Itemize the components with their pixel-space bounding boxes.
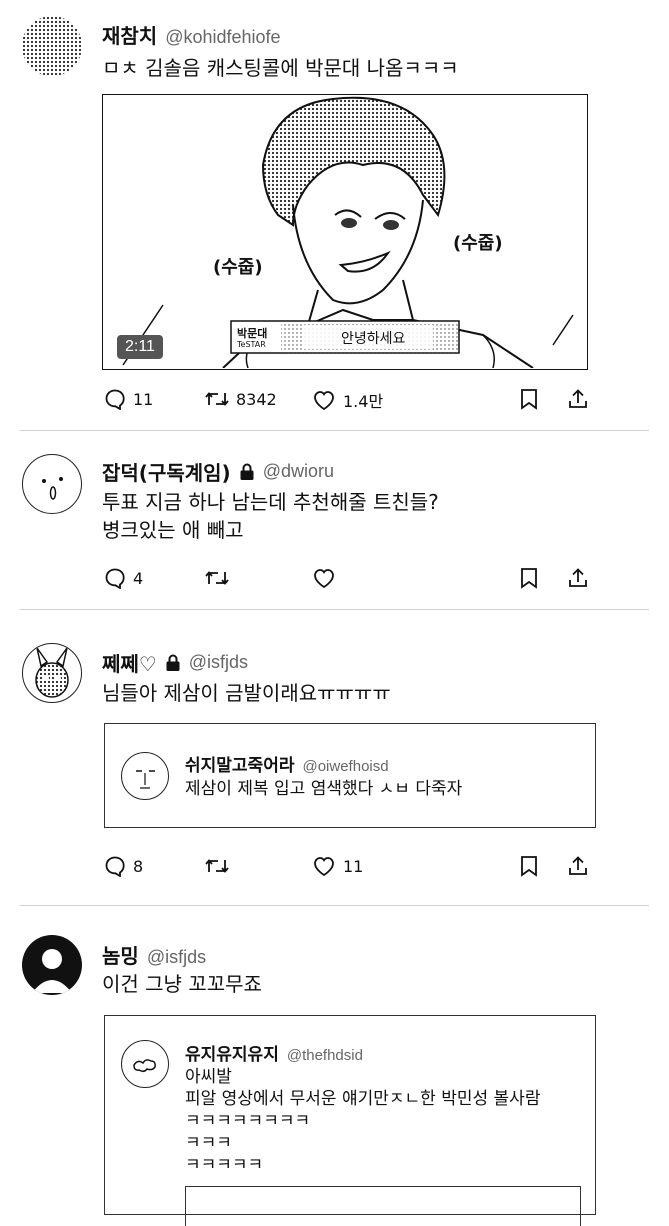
display-name[interactable]: 재참치	[102, 20, 157, 49]
repost-button[interactable]: 8342	[205, 388, 277, 410]
reply-icon	[105, 856, 125, 877]
share-button[interactable]	[567, 388, 589, 410]
bookmark-icon	[521, 389, 537, 410]
lock-icon	[240, 463, 254, 480]
quoted-text-line: 아씨발	[185, 1067, 232, 1087]
quoted-user-handle: @oiwefhoisd	[302, 758, 389, 775]
post-text: 님들아 제삼이 금발이래요ㅠㅠㅠㅠ	[102, 681, 391, 705]
repost-button[interactable]	[205, 567, 229, 589]
quoted-display-name: 쉬지말고죽어라	[185, 756, 295, 776]
quoted-post[interactable]: 유지유지유지 @thefhdsid 아씨발 피알 영상에서 무서운 얘기만ㅈㄴ한…	[104, 1015, 596, 1226]
reply-button[interactable]: 11	[104, 388, 153, 410]
like-button[interactable]: 1.4만	[312, 388, 383, 412]
like-count: 11	[343, 856, 364, 876]
reply-count: 11	[133, 389, 154, 409]
reply-count: 8	[133, 856, 144, 876]
bookmark-button[interactable]	[519, 567, 539, 589]
reply-button[interactable]: 4	[104, 567, 143, 589]
quoted-text-line: ㅋㅋㅋㅋㅋ	[185, 1155, 264, 1175]
heart-icon	[314, 857, 334, 877]
divider	[20, 430, 649, 431]
user-handle[interactable]: @kohidfehiofe	[165, 27, 280, 48]
reply-count: 4	[133, 568, 144, 588]
post-text: ㅁㅊ 김솔음 캐스팅콜에 박문대 나옴ㅋㅋㅋ	[102, 56, 459, 80]
repost-icon	[205, 859, 229, 873]
avatar[interactable]	[22, 935, 82, 995]
display-name[interactable]: 놈밍	[102, 940, 139, 969]
avatar	[121, 1040, 169, 1088]
share-button[interactable]	[567, 855, 589, 877]
divider	[20, 609, 649, 610]
avatar[interactable]	[22, 16, 82, 76]
quoted-display-name: 유지유지유지	[185, 1045, 279, 1065]
bookmark-button[interactable]	[519, 388, 539, 410]
bookmark-icon	[521, 568, 537, 589]
caption-name: 박문대	[237, 327, 268, 340]
quoted-text-line: ㅋㅋㅋ	[185, 1133, 232, 1153]
display-name[interactable]: 잡덕(구독계임)	[102, 457, 231, 486]
repost-button[interactable]	[205, 855, 229, 877]
like-button[interactable]: 11	[312, 855, 363, 877]
repost-count: 8342	[236, 389, 277, 409]
video-duration: 2:11	[117, 335, 163, 359]
quoted-text-line: 피알 영상에서 무서운 얘기만ㅈㄴ한 박민성 볼사람	[185, 1089, 541, 1109]
divider	[20, 905, 649, 906]
quoted-text-line: ㅋㅋㅋㅋㅋㅋㅋㅋ	[185, 1111, 311, 1131]
like-count: 1.4만	[343, 392, 384, 411]
avatar	[121, 752, 169, 800]
user-handle[interactable]: @isfjds	[189, 652, 248, 673]
avatar[interactable]	[22, 643, 82, 703]
heart-icon	[314, 391, 334, 411]
repost-icon	[205, 571, 229, 585]
share-icon	[569, 568, 587, 587]
reply-icon	[105, 389, 125, 410]
avatar[interactable]	[22, 454, 82, 514]
post-text: 이건 그냥 꼬꼬무죠	[102, 972, 262, 996]
quoted-post[interactable]: 쉬지말고죽어라 @oiwefhoisd 제삼이 제복 입고 염색했다 ㅅㅂ 다죽…	[104, 723, 596, 828]
post-text-line: 병크있는 애 빼고	[102, 518, 244, 542]
caption-text: 안녕하세요	[341, 331, 406, 347]
caption-sub: TeSTAR	[237, 340, 266, 349]
quoted-media[interactable]	[185, 1186, 581, 1226]
sfx-text: (수줍)	[213, 257, 263, 278]
bookmark-icon	[521, 856, 537, 877]
video-media[interactable]: (수줍) (수줍) 박문대 TeSTAR 안녕하세요 2:11	[102, 94, 588, 370]
like-button[interactable]	[312, 567, 336, 589]
share-icon	[569, 856, 587, 875]
lock-icon	[166, 654, 180, 671]
user-handle[interactable]: @dwioru	[263, 461, 334, 482]
quoted-text: 제삼이 제복 입고 염색했다 ㅅㅂ 다죽자	[185, 779, 463, 799]
sfx-text: (수줍)	[453, 233, 503, 254]
bookmark-button[interactable]	[519, 855, 539, 877]
quoted-user-handle: @thefhdsid	[286, 1047, 363, 1064]
repost-icon	[205, 392, 229, 406]
post-text-line: 투표 지금 하나 남는데 추천해줄 트친들?	[102, 490, 439, 514]
user-handle[interactable]: @isfjds	[147, 947, 206, 968]
share-button[interactable]	[567, 567, 589, 589]
share-icon	[569, 389, 587, 408]
reply-button[interactable]: 8	[104, 855, 143, 877]
heart-icon	[314, 569, 334, 589]
display-name[interactable]: 쩨쩨♡	[102, 648, 157, 677]
reply-icon	[105, 568, 125, 589]
